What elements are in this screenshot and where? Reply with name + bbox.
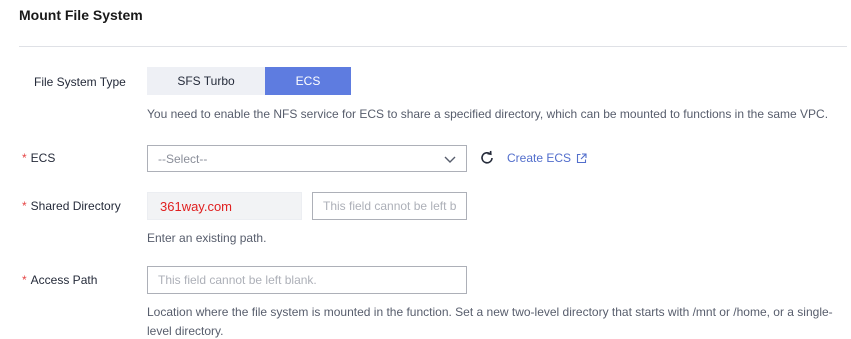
ecs-select-value: --Select--	[158, 151, 208, 166]
ecs-select[interactable]: --Select--	[147, 145, 467, 172]
title-divider	[19, 46, 847, 47]
access-path-label-row: * Access Path	[22, 270, 97, 290]
required-mark: *	[22, 273, 27, 287]
access-path-hint-line2: level directory.	[147, 324, 224, 338]
shared-directory-path-input[interactable]	[312, 192, 467, 220]
file-system-type-hint: You need to enable the NFS service for E…	[147, 107, 829, 121]
external-link-icon	[576, 152, 587, 163]
access-path-hint-line1: Location where the file system is mounte…	[147, 305, 833, 319]
page-title: Mount File System	[19, 7, 143, 23]
mount-file-system-panel: Mount File System File System Type SFS T…	[0, 0, 851, 339]
ecs-label-row: * ECS	[22, 148, 55, 168]
shared-directory-label-row: * Shared Directory	[22, 196, 121, 216]
create-ecs-label: Create ECS	[507, 151, 572, 165]
refresh-icon[interactable]	[479, 150, 495, 166]
shared-directory-label: Shared Directory	[30, 199, 121, 213]
access-path-input[interactable]	[147, 266, 467, 294]
file-system-type-toggle: SFS Turbo ECS	[147, 67, 351, 95]
shared-directory-hint: Enter an existing path.	[147, 231, 267, 245]
access-path-label: Access Path	[30, 273, 98, 287]
create-ecs-link[interactable]: Create ECS	[507, 148, 587, 168]
shared-directory-host: 361way.com	[147, 192, 302, 220]
required-mark: *	[22, 199, 27, 213]
chevron-down-icon	[444, 156, 456, 163]
ecs-label: ECS	[30, 151, 56, 165]
required-mark: *	[22, 151, 27, 165]
sfs-turbo-option[interactable]: SFS Turbo	[147, 67, 265, 95]
file-system-type-label: File System Type	[34, 75, 126, 89]
ecs-option[interactable]: ECS	[265, 67, 351, 95]
